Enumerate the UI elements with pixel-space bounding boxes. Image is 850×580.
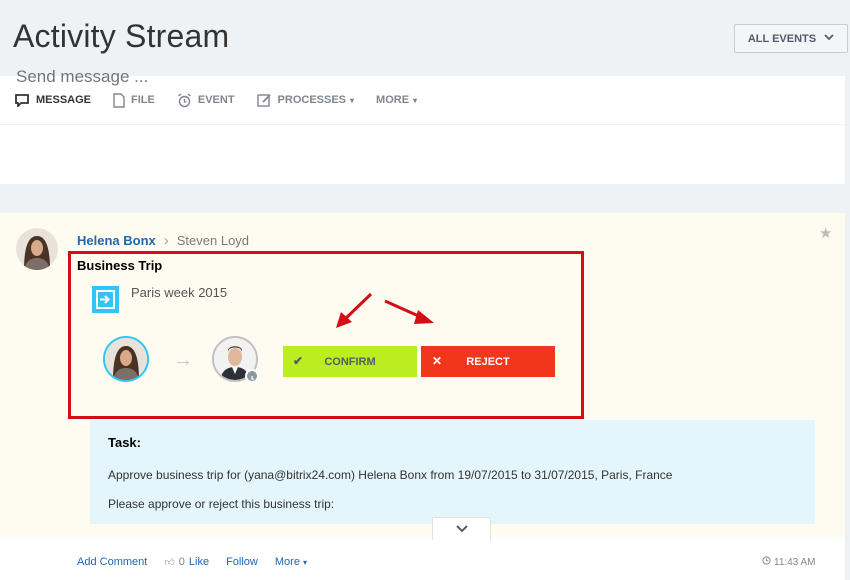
post-time: 11:43 AM <box>762 556 816 568</box>
tab-processes[interactable]: PROCESSES ▾ <box>256 93 355 108</box>
task-heading: Task: <box>108 435 141 450</box>
reject-button[interactable]: ✕ REJECT <box>421 346 555 377</box>
message-input[interactable] <box>16 67 816 87</box>
requester-avatar[interactable] <box>103 336 149 382</box>
all-events-filter-button[interactable]: ALL EVENTS <box>734 24 848 53</box>
task-description: Approve business trip for (yana@bitrix24… <box>108 468 673 482</box>
author-name-link[interactable]: Helena Bonx <box>77 233 156 248</box>
process-name: Paris week 2015 <box>131 285 228 300</box>
like-count: 0 <box>178 556 185 568</box>
tab-label: FILE <box>131 94 155 106</box>
check-icon: ✔ <box>293 354 304 368</box>
caret-down-icon: ▾ <box>350 95 355 105</box>
more-label: More <box>274 556 300 568</box>
time-text: 11:43 AM <box>774 556 816 568</box>
page-title: Activity Stream <box>13 18 230 54</box>
highlight-annotation-box <box>68 251 584 419</box>
confirm-button[interactable]: ✔ CONFIRM <box>283 346 417 377</box>
arrow-right-icon: → <box>173 349 193 371</box>
tab-label: EVENT <box>197 94 235 106</box>
tab-label: PROCESSES <box>277 94 347 106</box>
tab-label: MESSAGE <box>36 94 92 106</box>
confirm-label: CONFIRM <box>324 355 376 368</box>
thumbs-up-icon: 👍︎ <box>164 557 175 568</box>
clock-icon <box>762 556 771 568</box>
more-link[interactable]: More ▾ <box>275 556 307 568</box>
add-comment-link[interactable]: Add Comment <box>77 556 147 568</box>
reject-label: REJECT <box>466 355 510 368</box>
close-icon: ✕ <box>432 354 443 368</box>
expand-post-button[interactable] <box>432 517 491 540</box>
filter-label: ALL EVENTS <box>747 32 817 45</box>
tab-more[interactable]: MORE ▾ <box>376 94 417 106</box>
tab-event[interactable]: EVENT <box>177 92 235 108</box>
file-icon <box>113 92 125 108</box>
chevron-down-icon <box>824 33 834 44</box>
caret-down-icon: ▾ <box>413 95 418 105</box>
follow-link[interactable]: Follow <box>226 556 258 568</box>
tab-message[interactable]: MESSAGE <box>14 93 91 107</box>
post-actions: Add Comment 👍︎ 0 Like Follow More ▾ <box>77 556 307 568</box>
like-label: Like <box>188 556 210 568</box>
pending-clock-icon <box>245 369 259 383</box>
annotation-arrows <box>336 292 434 328</box>
alarm-clock-icon <box>177 92 192 108</box>
post-header: Helena Bonx › Steven Loyd <box>77 232 249 249</box>
post-composer: MESSAGE FILE EVENT PROCESSES ▾ MORE ▾ <box>0 76 845 184</box>
recipient-link[interactable]: Steven Loyd <box>177 233 249 248</box>
business-process-icon <box>92 286 119 313</box>
message-icon <box>14 93 30 107</box>
tab-file[interactable]: FILE <box>113 92 155 108</box>
edit-icon <box>256 93 272 108</box>
tab-label: MORE <box>376 94 410 106</box>
caret-down-icon: ▾ <box>303 558 308 567</box>
task-prompt: Please approve or reject this business t… <box>108 497 335 511</box>
chevron-down-icon <box>455 520 468 538</box>
chevron-right-icon: › <box>163 232 169 249</box>
author-avatar[interactable] <box>16 228 58 270</box>
workflow-title: Business Trip <box>77 258 163 273</box>
like-button[interactable]: 👍︎ 0 Like <box>164 556 209 568</box>
star-icon[interactable]: ★ <box>819 224 832 242</box>
